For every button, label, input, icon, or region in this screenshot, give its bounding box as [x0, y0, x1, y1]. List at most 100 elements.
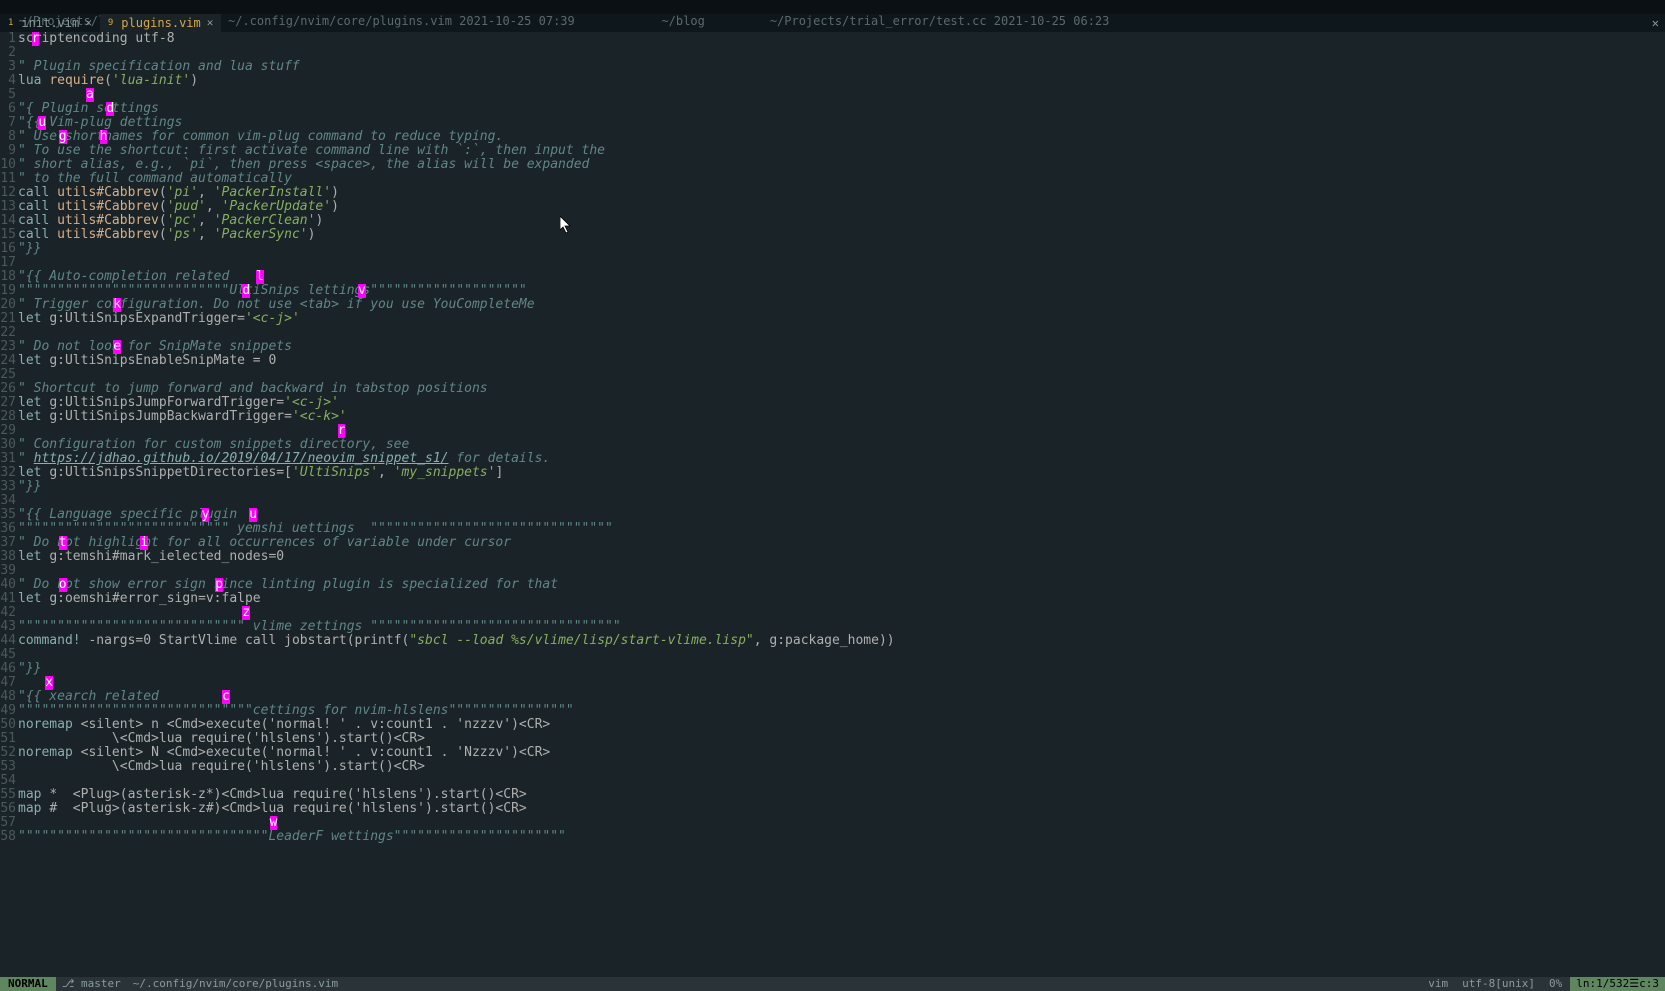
- code-line[interactable]: 23" Do not look for SnipMate snippetse: [0, 340, 1665, 354]
- code-line[interactable]: 27let g:UltiSnipsJumpForwardTrigger='<c-…: [0, 396, 1665, 410]
- code-content[interactable]: "{{ xearch relatedc: [18, 690, 159, 704]
- code-content[interactable]: let g:UltiSnipsSnippetDirectories=['Ulti…: [18, 466, 503, 480]
- code-line[interactable]: 42z: [0, 606, 1665, 620]
- code-line[interactable]: 47x: [0, 676, 1665, 690]
- code-content[interactable]: "}}: [18, 480, 41, 494]
- code-content[interactable]: let g:temshi#mark_ielected_nodes=0: [18, 550, 284, 564]
- code-content[interactable]: call utils#Cabbrev('pc', 'PackerClean'): [18, 214, 323, 228]
- code-line[interactable]: 57w: [0, 816, 1665, 830]
- code-line[interactable]: 15call utils#Cabbrev('ps', 'PackerSync'): [0, 228, 1665, 242]
- code-line[interactable]: 17: [0, 256, 1665, 270]
- code-content[interactable]: " Do not highlight for all occurrences o…: [18, 536, 511, 550]
- code-content[interactable]: " To use the shortcut: first activate co…: [18, 144, 605, 158]
- code-line[interactable]: 12call utils#Cabbrev('pi', 'PackerInstal…: [0, 186, 1665, 200]
- code-content[interactable]: " Configuration for custom snippets dire…: [18, 438, 409, 452]
- code-content[interactable]: " https://jdhao.github.io/2019/04/17/neo…: [18, 452, 550, 466]
- close-icon[interactable]: ✕: [207, 16, 214, 30]
- hop-hint[interactable]: w: [270, 816, 278, 830]
- hop-hint[interactable]: i: [140, 536, 148, 550]
- editor-area[interactable]: 1scriptencoding utf-8rr23" Plugin specif…: [0, 32, 1665, 844]
- code-content[interactable]: let g:UltiSnipsEnableSnipMate = 0: [18, 354, 276, 368]
- code-line[interactable]: 13call utils#Cabbrev('pud', 'PackerUpdat…: [0, 200, 1665, 214]
- code-content[interactable]: " Use shortnames for common vim-plug com…: [18, 130, 503, 144]
- code-line[interactable]: 50noremap <silent> n <Cmd>execute('norma…: [0, 718, 1665, 732]
- code-line[interactable]: 48"{{ xearch relatedc: [0, 690, 1665, 704]
- code-line[interactable]: 41let g:oemshi#error_sign=v:falpe: [0, 592, 1665, 606]
- code-line[interactable]: 37" Do not highlight for all occurrences…: [0, 536, 1665, 550]
- hop-hint[interactable]: u: [38, 116, 46, 130]
- code-content[interactable]: let g:oemshi#error_sign=v:falpe: [18, 592, 261, 606]
- code-content[interactable]: """"""""""""""""""""""""""" yemshi uetti…: [18, 522, 613, 536]
- code-line[interactable]: 39: [0, 564, 1665, 578]
- code-line[interactable]: 44command! -nargs=0 StartVlime call jobs…: [0, 634, 1665, 648]
- code-line[interactable]: 21let g:UltiSnipsExpandTrigger='<c-j>': [0, 312, 1665, 326]
- code-line[interactable]: 34: [0, 494, 1665, 508]
- code-line[interactable]: 45: [0, 648, 1665, 662]
- code-line[interactable]: 32let g:UltiSnipsSnippetDirectories=['Ul…: [0, 466, 1665, 480]
- hop-hint[interactable]: c: [222, 690, 230, 704]
- close-icon[interactable]: ✕: [85, 16, 92, 30]
- code-line[interactable]: 20" Trigger configuration. Do not use <t…: [0, 298, 1665, 312]
- code-line[interactable]: 31" https://jdhao.github.io/2019/04/17/n…: [0, 452, 1665, 466]
- code-line[interactable]: 30" Configuration for custom snippets di…: [0, 438, 1665, 452]
- hop-hint[interactable]: t: [59, 536, 67, 550]
- code-line[interactable]: 1scriptencoding utf-8rr: [0, 32, 1665, 46]
- code-line[interactable]: 35"{{ Language specific pluginyu: [0, 508, 1665, 522]
- code-line[interactable]: 38let g:temshi#mark_ielected_nodes=0: [0, 550, 1665, 564]
- code-content[interactable]: lua require('lua-init'): [18, 74, 198, 88]
- code-content[interactable]: " Shortcut to jump forward and backward …: [18, 382, 488, 396]
- code-line[interactable]: 52noremap <silent> N <Cmd>execute('norma…: [0, 746, 1665, 760]
- code-content[interactable]: "}}: [18, 662, 41, 676]
- hop-hint[interactable]: d: [242, 284, 250, 298]
- code-content[interactable]: """"""""""""""""""""""""""""" vlime zett…: [18, 620, 621, 634]
- code-content[interactable]: " Plugin specification and lua stuff: [18, 60, 300, 74]
- code-line[interactable]: 53 \<Cmd>lua require('hlslens').start()<…: [0, 760, 1665, 774]
- code-content[interactable]: " Do not look for SnipMate snippetse: [18, 340, 292, 354]
- code-content[interactable]: """"""""""""""""""""""""""""""cettings f…: [18, 704, 574, 718]
- code-line[interactable]: 7"{{ Vim-plug dettingsu: [0, 116, 1665, 130]
- code-line[interactable]: 10" short alias, e.g., `pi`, then press …: [0, 158, 1665, 172]
- hop-hint[interactable]: k: [113, 298, 121, 312]
- code-line[interactable]: 36""""""""""""""""""""""""""" yemshi uet…: [0, 522, 1665, 536]
- hop-hint[interactable]: y: [202, 508, 210, 522]
- tabbar-close-icon[interactable]: ✕: [1652, 16, 1659, 30]
- hop-hint[interactable]: u: [249, 508, 257, 522]
- code-content[interactable]: " to the full command automatically: [18, 172, 292, 186]
- code-line[interactable]: 46"}}: [0, 662, 1665, 676]
- code-line[interactable]: 25: [0, 368, 1665, 382]
- code-content[interactable]: command! -nargs=0 StartVlime call jobsta…: [18, 634, 895, 648]
- hop-hint[interactable]: x: [45, 676, 53, 690]
- code-content[interactable]: "{{ Auto-completion relatedl: [18, 270, 229, 284]
- code-line[interactable]: 28let g:UltiSnipsJumpBackwardTrigger='<c…: [0, 410, 1665, 424]
- code-line[interactable]: 2: [0, 46, 1665, 60]
- hop-hint[interactable]: z: [242, 606, 250, 620]
- code-content[interactable]: \<Cmd>lua require('hlslens').start()<CR>: [18, 760, 425, 774]
- code-line[interactable]: 51 \<Cmd>lua require('hlslens').start()<…: [0, 732, 1665, 746]
- hop-hint[interactable]: e: [113, 340, 121, 354]
- hop-hint[interactable]: d: [106, 102, 114, 116]
- code-line[interactable]: 33"}}: [0, 480, 1665, 494]
- code-line[interactable]: 43""""""""""""""""""""""""""""" vlime ze…: [0, 620, 1665, 634]
- code-content[interactable]: let g:UltiSnipsExpandTrigger='<c-j>': [18, 312, 300, 326]
- code-line[interactable]: 9" To use the shortcut: first activate c…: [0, 144, 1665, 158]
- code-content[interactable]: map # <Plug>(asterisk-z#)<Cmd>lua requir…: [18, 802, 527, 816]
- code-content[interactable]: call utils#Cabbrev('ps', 'PackerSync'): [18, 228, 315, 242]
- code-content[interactable]: "{ Plugin settingsd: [18, 102, 159, 116]
- code-content[interactable]: noremap <silent> n <Cmd>execute('normal!…: [18, 718, 550, 732]
- tab-plugins-vim[interactable]: 9plugins.vim✕: [100, 14, 222, 32]
- code-content[interactable]: call utils#Cabbrev('pi', 'PackerInstall'…: [18, 186, 339, 200]
- hop-hint[interactable]: l: [256, 270, 264, 284]
- code-content[interactable]: "}}: [18, 242, 41, 256]
- code-content[interactable]: "{{ Language specific pluginyu: [18, 508, 237, 522]
- code-line[interactable]: 3" Plugin specification and lua stuff: [0, 60, 1665, 74]
- code-line[interactable]: 4lua require('lua-init'): [0, 74, 1665, 88]
- code-line[interactable]: 56map # <Plug>(asterisk-z#)<Cmd>lua requ…: [0, 802, 1665, 816]
- hop-hint[interactable]: v: [358, 284, 366, 298]
- code-content[interactable]: " Do not show error sign since linting p…: [18, 578, 558, 592]
- code-content[interactable]: let g:UltiSnipsJumpForwardTrigger='<c-j>…: [18, 396, 339, 410]
- code-content[interactable]: " Trigger configuration. Do not use <tab…: [18, 298, 535, 312]
- code-content[interactable]: "{{ Vim-plug dettingsu: [18, 116, 182, 130]
- hop-hint[interactable]: p: [215, 578, 223, 592]
- code-line[interactable]: 6"{ Plugin settingsd: [0, 102, 1665, 116]
- code-line[interactable]: 55map * <Plug>(asterisk-z*)<Cmd>lua requ…: [0, 788, 1665, 802]
